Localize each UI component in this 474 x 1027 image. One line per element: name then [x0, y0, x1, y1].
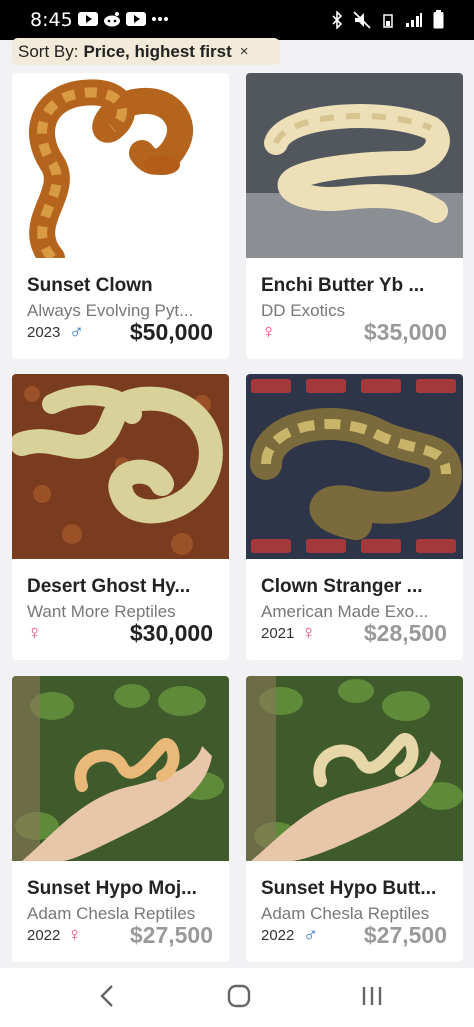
- signal-icon: [406, 12, 422, 27]
- more-notifications-icon: [152, 17, 168, 21]
- snake-photo: [246, 374, 463, 559]
- listing-title: Sunset Clown: [27, 275, 153, 296]
- listing-price: $30,000: [129, 620, 213, 646]
- sort-value: Price, highest first: [83, 41, 232, 61]
- seller-name[interactable]: DD Exotics: [261, 301, 456, 321]
- listing-price: $27,500: [363, 922, 447, 948]
- listing-year: 2023: [27, 324, 61, 341]
- clear-sort-icon[interactable]: ×: [240, 43, 249, 60]
- youtube-icon: [126, 12, 146, 26]
- bluetooth-icon: [332, 10, 343, 29]
- female-icon: ♀: [301, 622, 316, 644]
- male-icon: ♂: [69, 321, 84, 343]
- seller-name[interactable]: Always Evolving Pyt...: [27, 301, 222, 321]
- seller-name[interactable]: Adam Chesla Reptiles: [27, 904, 222, 924]
- recent-apps-icon[interactable]: [360, 982, 384, 1010]
- listing-title: Clown Stranger ...: [261, 576, 423, 597]
- back-icon[interactable]: [98, 982, 116, 1010]
- male-icon: ♂: [303, 924, 318, 946]
- snake-photo: [12, 676, 229, 861]
- listing-price: $50,000: [129, 319, 213, 345]
- listing-year: 2022: [27, 927, 61, 944]
- status-bar: 8:45: [0, 0, 474, 40]
- listing-card[interactable]: Desert Ghost Hy... Want More Reptiles ♀ …: [12, 374, 229, 660]
- mute-icon: [353, 10, 371, 29]
- snake-photo: [246, 73, 463, 258]
- listing-title: Sunset Hypo Moj...: [27, 878, 197, 899]
- sort-label: Sort By:: [18, 41, 79, 61]
- listing-card[interactable]: Sunset Hypo Moj... Adam Chesla Reptiles …: [12, 676, 229, 962]
- female-icon: ♀: [67, 924, 82, 946]
- status-time: 8:45: [30, 9, 73, 31]
- listing-card[interactable]: Sunset Clown Always Evolving Pyt... 2023…: [12, 73, 229, 359]
- snake-photo: [12, 73, 229, 258]
- listing-card[interactable]: Sunset Hypo Butt... Adam Chesla Reptiles…: [246, 676, 463, 962]
- listing-title: Sunset Hypo Butt...: [261, 878, 437, 899]
- listing-title: Enchi Butter Yb ...: [261, 275, 425, 296]
- home-icon[interactable]: [226, 982, 252, 1010]
- listing-price: $28,500: [363, 620, 447, 646]
- listing-price: $27,500: [129, 922, 213, 948]
- listing-title: Desert Ghost Hy...: [27, 576, 191, 597]
- female-icon: ♀: [27, 622, 42, 644]
- system-nav-bar: [0, 968, 474, 1027]
- listing-year: 2022: [261, 927, 295, 944]
- sort-chip[interactable]: Sort By: Price, highest first ×: [12, 38, 280, 65]
- snake-photo: [246, 676, 463, 861]
- reddit-icon: [104, 12, 120, 27]
- female-icon: ♀: [261, 321, 276, 343]
- snake-photo: [12, 374, 229, 559]
- listing-price: $35,000: [363, 319, 447, 345]
- wifi-data-icon: [383, 13, 393, 28]
- listing-card[interactable]: Enchi Butter Yb ... DD Exotics ♀ $35,000: [246, 73, 463, 359]
- seller-name[interactable]: American Made Exo...: [261, 602, 456, 622]
- seller-name[interactable]: Adam Chesla Reptiles: [261, 904, 456, 924]
- listing-year: 2021: [261, 625, 295, 642]
- battery-icon: [433, 10, 444, 29]
- listing-card[interactable]: Clown Stranger ... American Made Exo... …: [246, 374, 463, 660]
- youtube-icon: [78, 12, 98, 26]
- seller-name[interactable]: Want More Reptiles: [27, 602, 222, 622]
